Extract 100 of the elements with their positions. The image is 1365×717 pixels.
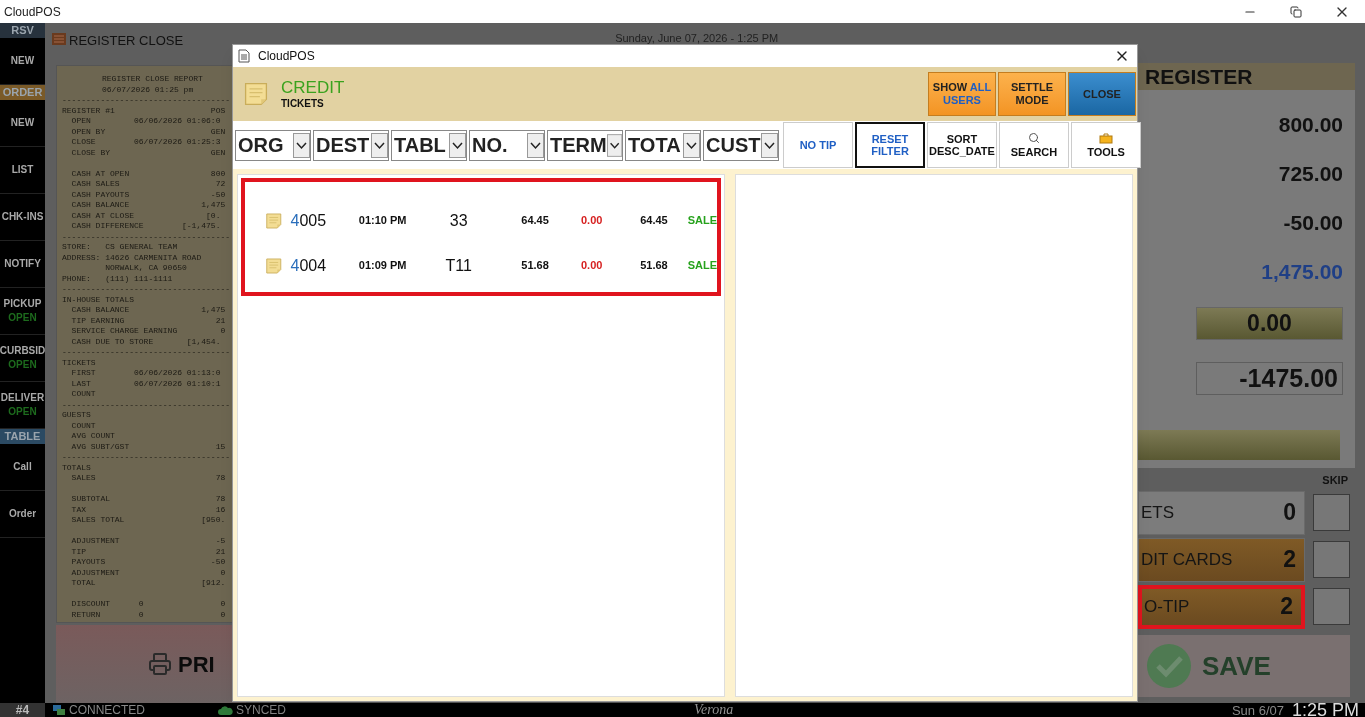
sidebar-item[interactable]: CHK-INS bbox=[0, 194, 45, 241]
toolbar-button[interactable]: TOOLS bbox=[1071, 122, 1141, 168]
filter-dropdown[interactable]: ORG bbox=[235, 129, 311, 161]
ticket-amount: 64.45 bbox=[520, 213, 549, 229]
report-line: OPEN 06/06/2026 01:06:0 bbox=[70, 116, 221, 127]
skip-checkbox[interactable] bbox=[1313, 588, 1350, 625]
ticket-tip: 0.00 bbox=[579, 258, 603, 274]
header-button[interactable]: CLOSE bbox=[1068, 72, 1136, 116]
report-line: COUNT bbox=[70, 389, 96, 400]
report-line: ADDRESS: 14626 CARMENITA ROAD bbox=[62, 252, 202, 263]
dialog-title: CloudPOS bbox=[258, 48, 315, 65]
note-icon bbox=[243, 81, 269, 107]
ticket-tip: 0.00 bbox=[579, 213, 603, 229]
report-line: SUBTOTAL 78 bbox=[70, 494, 226, 505]
ticket-time: 01:09 PM bbox=[358, 258, 408, 274]
toolbar-button[interactable]: NO TIP bbox=[783, 122, 853, 168]
report-line: TIP 21 bbox=[70, 546, 226, 557]
skip-checkbox[interactable] bbox=[1313, 541, 1350, 578]
summary-count: 2 bbox=[1283, 545, 1296, 575]
report-line: DISCOUNT 0 0 bbox=[70, 599, 226, 610]
ticket-row[interactable]: 4005 01:10 PM 33 64.45 0.00 64.45 SALE bbox=[245, 198, 717, 243]
caret-icon bbox=[371, 132, 388, 158]
status-time: 1:25 PM bbox=[1291, 701, 1359, 717]
ticket-time: 01:10 PM bbox=[358, 213, 408, 229]
report-line: PAYOUTS -50 bbox=[70, 557, 226, 568]
summary-label: O-TIP bbox=[1144, 595, 1190, 618]
filter-dropdown[interactable]: NO. bbox=[469, 129, 545, 161]
status-date: Sun 6/07 bbox=[1231, 703, 1284, 717]
sidebar-item[interactable]: Call bbox=[0, 444, 45, 491]
amount-field: -1475.00 bbox=[1196, 362, 1343, 395]
filter-dropdown[interactable]: TABL bbox=[391, 129, 467, 161]
toolbar-button[interactable]: SEARCH bbox=[999, 122, 1069, 168]
summary-label: DIT CARDS bbox=[1141, 548, 1233, 571]
report-line: SERVICE CHARGE EARNING 0 bbox=[70, 326, 226, 337]
network-icon bbox=[52, 704, 66, 716]
skip-label: SKIP bbox=[1322, 472, 1348, 488]
toolbar-button[interactable]: RESET FILTER bbox=[855, 122, 925, 168]
report-line: REGISTER CLOSE REPORT bbox=[102, 74, 203, 85]
report-line: FIRST 06/06/2026 01:13:0 bbox=[70, 368, 221, 379]
report-line: CASH PAYOUTS -50 bbox=[70, 189, 226, 200]
report-line: RETURN 0 0 bbox=[70, 609, 226, 620]
report-line: AVG COUNT bbox=[70, 431, 115, 442]
ticket-row[interactable]: 4004 01:09 PM T11 51.68 0.00 51.68 SALE bbox=[245, 243, 717, 288]
sidebar-item[interactable]: NOTIFY bbox=[0, 241, 45, 288]
amount-text: -50.00 bbox=[1283, 209, 1343, 236]
report-line: ----------------------------------- bbox=[62, 95, 231, 106]
report-line: CASH AT CLOSE [0. bbox=[70, 210, 221, 221]
sidebar-item[interactable]: NEW bbox=[0, 100, 45, 147]
filter-dropdown[interactable]: TOTA bbox=[625, 129, 701, 161]
report-line: ----------------------------------- bbox=[62, 399, 231, 410]
sidebar-item[interactable]: LIST bbox=[0, 147, 45, 194]
check-circle-icon bbox=[1146, 643, 1192, 689]
report-line: STORE: CS GENERAL TEAM bbox=[62, 242, 178, 253]
sidebar-item[interactable]: PICKUP OPEN bbox=[0, 288, 45, 335]
date-time: Sunday, June 07, 2026 - 1:25 PM bbox=[615, 33, 779, 44]
report-line: ----------------------------------- bbox=[62, 231, 231, 242]
amount-text: 725.00 bbox=[1278, 160, 1343, 187]
sidebar-item[interactable]: Order bbox=[0, 491, 45, 538]
report-line: ADJUSTMENT 0 bbox=[70, 567, 226, 578]
report-line: CLOSE 06/07/2026 01:25:3 bbox=[70, 137, 221, 148]
summary-count: 2 bbox=[1280, 592, 1293, 622]
sidebar-item[interactable]: CURBSID OPEN bbox=[0, 335, 45, 382]
report-line: OPEN BY GEN bbox=[70, 126, 226, 137]
summary-row[interactable]: ETS 0 bbox=[1138, 490, 1305, 535]
skip-checkbox[interactable] bbox=[1313, 494, 1350, 531]
filter-dropdown[interactable]: DEST bbox=[313, 129, 389, 161]
toolbox-icon bbox=[1099, 132, 1113, 144]
caret-icon bbox=[683, 132, 700, 158]
caret-icon bbox=[606, 132, 622, 158]
section-header: RSV bbox=[0, 23, 45, 38]
ticket-total: 64.45 bbox=[639, 213, 668, 229]
report-line: CASH AT OPEN 800 bbox=[70, 168, 226, 179]
amount-field: 0.00 bbox=[1196, 307, 1343, 340]
report-line: CASH BALANCE 1,475 bbox=[70, 200, 226, 211]
report-line: TIP EARNING 21 bbox=[70, 315, 226, 326]
report-line: SALES TOTAL [950. bbox=[70, 515, 226, 526]
ticket-number: 4005 bbox=[290, 210, 328, 231]
report-line: ----------------------------------- bbox=[62, 452, 231, 463]
panel-header: REGISTER bbox=[1138, 63, 1355, 90]
report-line: TAX 16 bbox=[70, 504, 226, 515]
section-header: ORDER bbox=[0, 85, 45, 100]
toolbar-button[interactable]: SORT DESC_DATE bbox=[927, 122, 997, 168]
report-line: TOTAL [912. bbox=[70, 578, 226, 589]
filter-dropdown[interactable]: CUST bbox=[703, 129, 779, 161]
summary-label: ETS bbox=[1141, 501, 1175, 524]
report-line: CLOSE BY GEN bbox=[70, 147, 226, 158]
report-line: NORWALK, CA 90650 bbox=[104, 263, 187, 274]
report-line: ----------------------------------- bbox=[62, 284, 231, 295]
register-icon bbox=[51, 31, 67, 47]
dialog-heading: CREDIT bbox=[281, 79, 345, 96]
caret-icon bbox=[449, 132, 466, 158]
header-button[interactable]: SETTLE MODE bbox=[998, 72, 1066, 116]
search-icon bbox=[1028, 132, 1040, 144]
header-button[interactable]: SHOW ALL USERS bbox=[928, 72, 996, 116]
dialog-subheading: TICKETS bbox=[281, 99, 325, 109]
ticket-status: SALE bbox=[687, 258, 717, 274]
brand-name: Verona bbox=[694, 703, 734, 717]
caret-icon bbox=[527, 132, 544, 158]
report-line: CASH DIFFERENCE [-1,475. bbox=[70, 221, 221, 232]
filter-dropdown[interactable]: TERM bbox=[547, 129, 623, 161]
